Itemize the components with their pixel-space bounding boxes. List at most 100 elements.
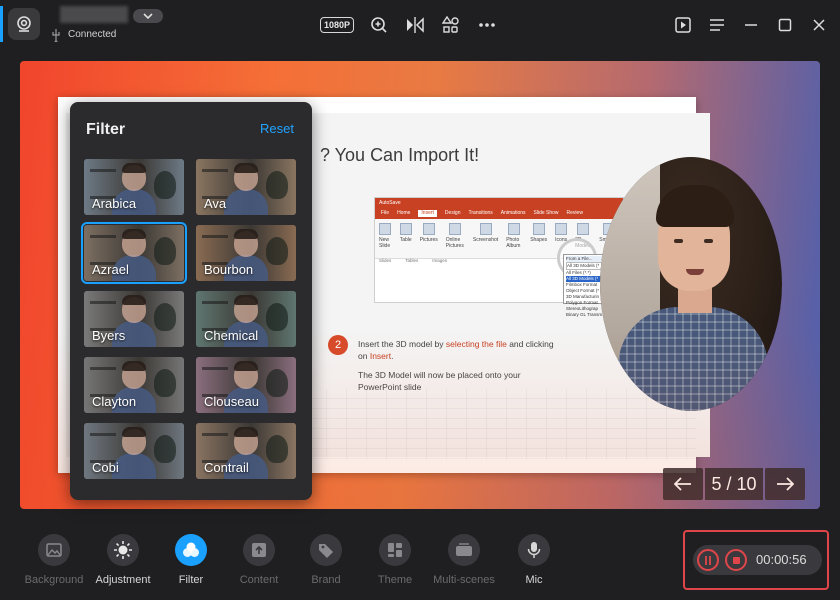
filter-thumbnail[interactable]: Contrail xyxy=(196,423,296,479)
thumbnail-shelf xyxy=(90,169,116,199)
zoom-in-icon[interactable] xyxy=(368,14,390,36)
thumbnail-plant xyxy=(154,303,176,331)
thumbnail-plant xyxy=(154,171,176,199)
filter-label: Clayton xyxy=(92,394,137,409)
toolbar-label: Multi-scenes xyxy=(433,574,495,586)
filter-thumbnail[interactable]: Chemical xyxy=(196,291,296,347)
more-icon[interactable] xyxy=(476,14,498,36)
filter-label: Clouseau xyxy=(204,394,259,409)
thumbnail-plant xyxy=(266,435,288,463)
ribbon-label: New Slide xyxy=(379,237,391,249)
ppt-titlebar: AutoSave xyxy=(375,198,623,208)
webcam-button[interactable] xyxy=(8,8,40,40)
presenter-video[interactable] xyxy=(600,157,782,411)
previous-slide-button[interactable] xyxy=(663,468,703,500)
filter-thumbnail[interactable]: Arabica xyxy=(84,159,184,215)
stop-icon xyxy=(732,556,740,564)
toolbar-label: Brand xyxy=(311,574,341,586)
filter-label: Ava xyxy=(204,196,227,211)
pause-icon xyxy=(705,555,711,565)
presenter-eye xyxy=(674,239,683,243)
filter-thumbnail[interactable]: Cobi xyxy=(84,423,184,479)
ribbon-icon xyxy=(379,223,392,235)
ribbon-label: Photo Album xyxy=(506,237,521,249)
chevron-down-icon xyxy=(143,13,153,19)
usb-icon xyxy=(52,29,60,42)
arrow-left-icon xyxy=(674,477,691,491)
toolbar-item-theme[interactable]: Theme xyxy=(355,534,435,586)
thumbnail-pers-hair xyxy=(122,427,146,437)
filter-thumbnail[interactable]: Ava xyxy=(196,159,296,215)
thumbnail-plant xyxy=(154,435,176,463)
thumbnail-pers-hair xyxy=(122,361,146,371)
ppt-tab: Home xyxy=(397,210,411,216)
ribbon-group-label: Images xyxy=(432,258,448,263)
toolbar-item-mic[interactable]: Mic xyxy=(494,534,574,586)
scenes-icon xyxy=(448,534,480,566)
step-highlight: Insert xyxy=(369,351,392,361)
ribbon-icon xyxy=(479,223,492,235)
filter-panel-title: Filter xyxy=(86,121,126,138)
ppt-tab: File xyxy=(381,210,390,216)
present-icon[interactable] xyxy=(672,14,694,36)
window-controls xyxy=(672,14,830,36)
toolbar-item-multi-scenes[interactable]: Multi-scenes xyxy=(424,534,504,586)
ppt-tab: Insert xyxy=(418,210,437,217)
thumbnail-plant xyxy=(266,237,288,265)
filter-thumbnail[interactable]: Clayton xyxy=(84,357,184,413)
thumbnail-pers-hair xyxy=(122,295,146,305)
active-indicator xyxy=(0,6,3,42)
ribbon-icon xyxy=(532,223,545,235)
slide-counter: 5 / 10 xyxy=(705,468,763,500)
device-name-redacted xyxy=(60,6,128,23)
filter-reset-link[interactable]: Reset xyxy=(260,121,294,136)
image-icon xyxy=(38,534,70,566)
ribbon-group-label: Tables xyxy=(405,258,419,263)
upload-icon xyxy=(243,534,275,566)
toolbar-label: Background xyxy=(24,574,84,586)
filter-thumbnail[interactable]: Azrael xyxy=(81,222,187,284)
thumbnail-pers-hair xyxy=(122,163,146,173)
thumbnail-shelf xyxy=(202,433,228,463)
mirror-icon[interactable] xyxy=(404,14,426,36)
filter-label: Chemical xyxy=(204,328,259,343)
filter-thumbnail[interactable]: Clouseau xyxy=(196,357,296,413)
filter-label: Azrael xyxy=(92,262,129,277)
top-bar: Connected 1080P xyxy=(0,0,840,50)
ppt-ribbon-button: Screenshot xyxy=(473,223,498,254)
thumbnail-shelf xyxy=(90,433,116,463)
ribbon-icon xyxy=(508,223,521,235)
next-slide-button[interactable] xyxy=(765,468,805,500)
filter-thumbnail[interactable]: Bourbon xyxy=(196,225,296,281)
thumbnail-shelf xyxy=(202,367,228,397)
ppt-tab: Transitions xyxy=(468,210,493,216)
ppt-ribbon-button: New Slide xyxy=(379,223,392,254)
layout-icon[interactable] xyxy=(440,14,462,36)
thumbnail-plant xyxy=(266,171,288,199)
thumbnail-pers-hair xyxy=(122,229,146,239)
ribbon-icon xyxy=(399,223,412,235)
minimize-icon[interactable] xyxy=(740,14,762,36)
menu-icon[interactable] xyxy=(706,14,728,36)
filter-label: Byers xyxy=(92,328,126,343)
thumbnail-shelf xyxy=(90,235,116,265)
pause-button[interactable] xyxy=(697,549,719,571)
toolbar-item-background[interactable]: Background xyxy=(14,534,94,586)
toolbar-label: Filter xyxy=(178,574,204,586)
ppt-ribbon-button: Pictures xyxy=(420,223,438,254)
slide-title: ? You Can Import It! xyxy=(320,145,480,165)
device-dropdown-button[interactable] xyxy=(133,9,163,23)
maximize-icon[interactable] xyxy=(774,14,796,36)
brightness-icon xyxy=(107,534,139,566)
step-number: 2 xyxy=(328,335,348,355)
resolution-badge[interactable]: 1080P xyxy=(320,17,355,33)
thumbnail-shelf xyxy=(90,301,116,331)
toolbar-item-brand[interactable]: Brand xyxy=(286,534,366,586)
close-icon[interactable] xyxy=(808,14,830,36)
stop-button[interactable] xyxy=(725,549,747,571)
ribbon-groups: Slides Tables Images xyxy=(379,258,447,263)
arrow-right-icon xyxy=(777,477,794,491)
filter-thumbnail[interactable]: Byers xyxy=(84,291,184,347)
powerpoint-screenshot: AutoSave File Home Insert Design Transitions… xyxy=(374,197,624,317)
ppt-tab: Review xyxy=(566,210,583,216)
